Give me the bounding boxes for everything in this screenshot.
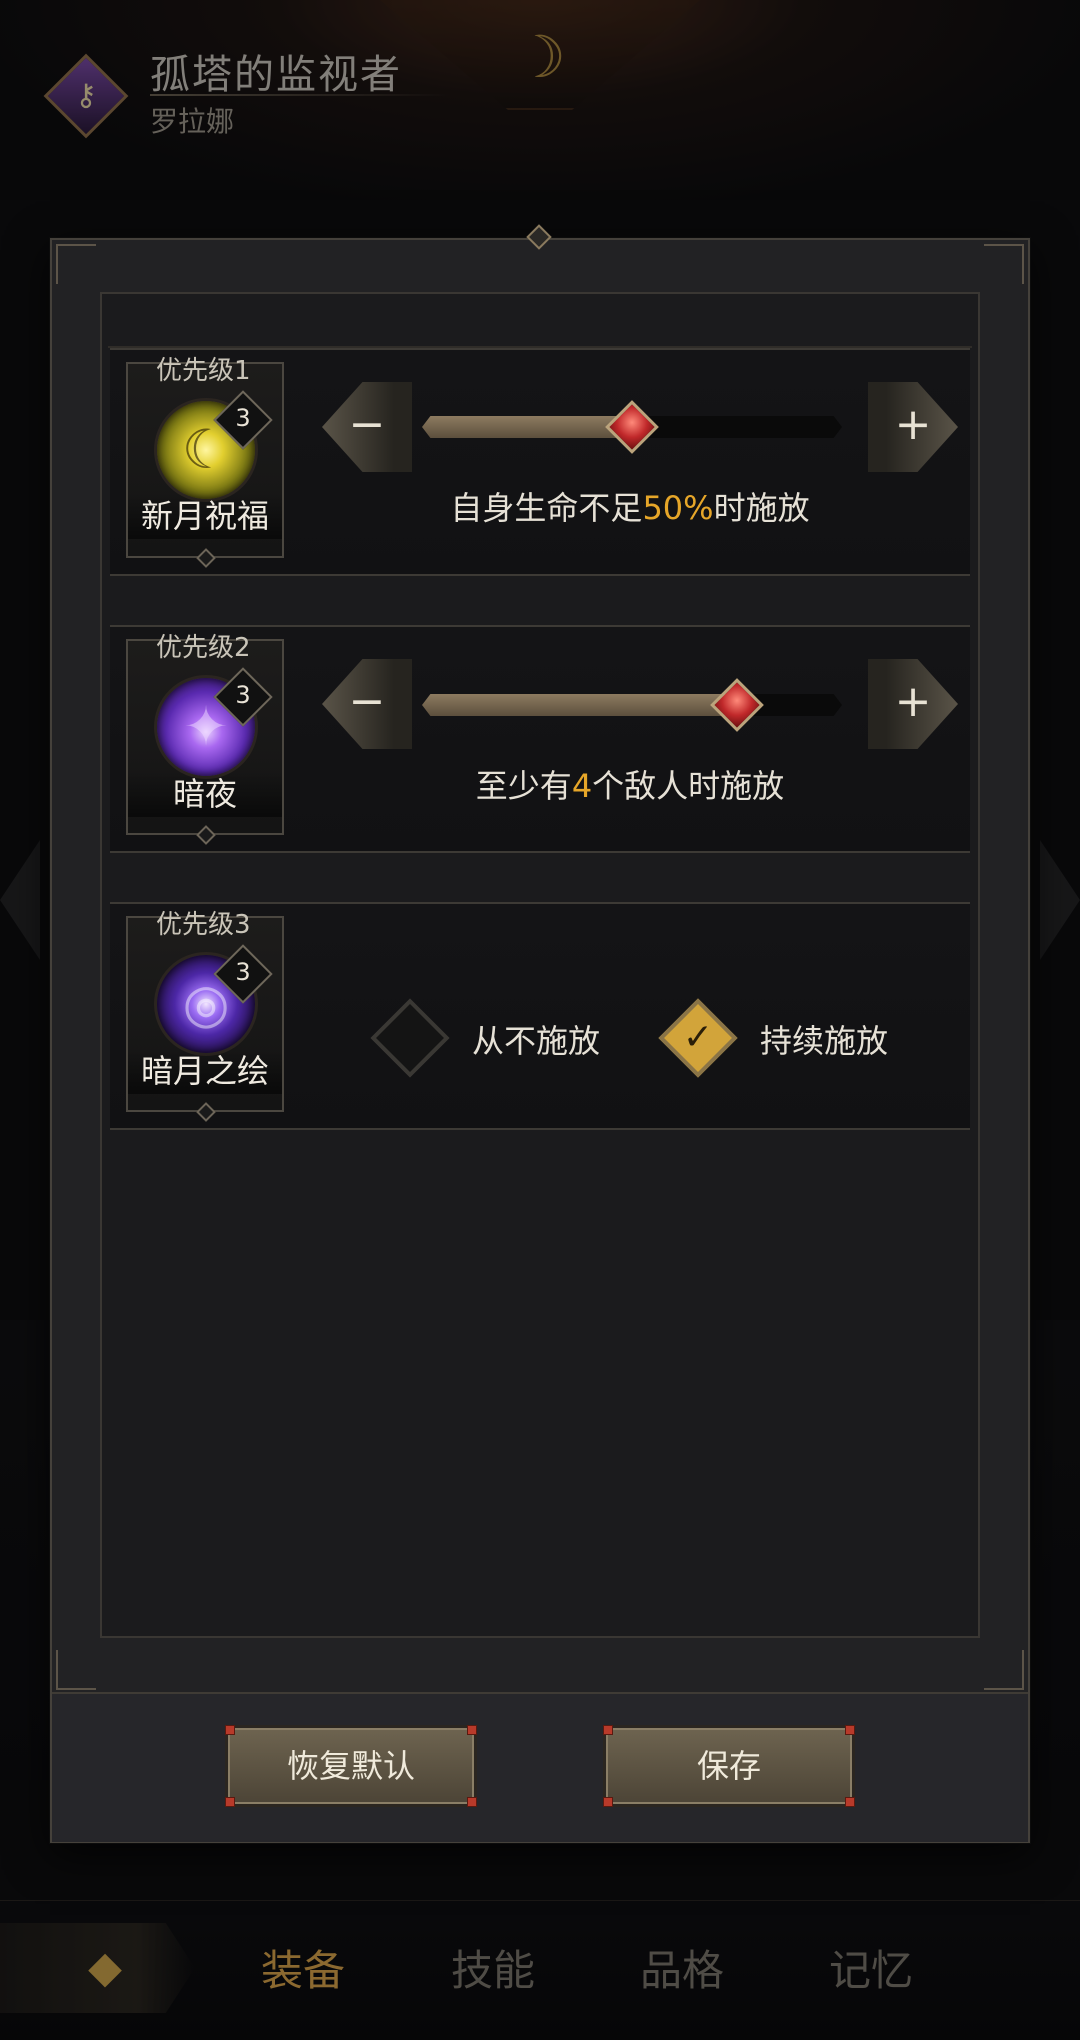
priority-label: 优先级3 xyxy=(156,910,251,940)
minus-icon: − xyxy=(348,399,386,450)
save-label: 保存 xyxy=(696,1747,761,1785)
skill-name: 暗月之绘 xyxy=(128,1048,282,1094)
reset-default-label: 恢复默认 xyxy=(286,1747,415,1785)
skill-name: 新月祝福 xyxy=(128,493,282,539)
corner-ornament xyxy=(56,244,96,284)
dialog-footer xyxy=(52,1692,1028,1842)
decrease-button[interactable]: − xyxy=(322,382,412,472)
skill-level: 3 xyxy=(235,958,251,986)
skill-level: 3 xyxy=(235,681,251,709)
corner-ornament xyxy=(56,1650,96,1690)
increase-button[interactable]: + xyxy=(868,659,958,749)
condition-text: 至少有4个敌人时施放 xyxy=(475,767,785,805)
reset-default-button[interactable]: 恢复默认 xyxy=(225,1725,477,1807)
condition-value: 4 xyxy=(571,767,593,805)
save-button[interactable]: 保存 xyxy=(603,1725,855,1807)
priority-label: 优先级1 xyxy=(156,356,251,386)
enemy-count-slider[interactable] xyxy=(422,694,842,716)
checkmark-icon: ✓ xyxy=(682,1017,714,1058)
decrease-button[interactable]: − xyxy=(322,659,412,749)
never-cast-label[interactable]: 从不施放 xyxy=(472,1016,600,1062)
plus-icon: + xyxy=(894,399,932,450)
corner-ornament xyxy=(984,244,1024,284)
corner-ornament xyxy=(984,1650,1024,1690)
condition-text: 自身生命不足50%时施放 xyxy=(450,489,810,527)
priority-label: 优先级2 xyxy=(156,633,251,663)
always-cast-label[interactable]: 持续施放 xyxy=(760,1016,888,1062)
minus-icon: − xyxy=(348,676,386,727)
condition-value: 50% xyxy=(642,489,714,527)
plus-icon: + xyxy=(894,676,932,727)
skill-level: 3 xyxy=(235,404,251,432)
skill-name: 暗夜 xyxy=(128,771,282,817)
increase-button[interactable]: + xyxy=(868,382,958,472)
